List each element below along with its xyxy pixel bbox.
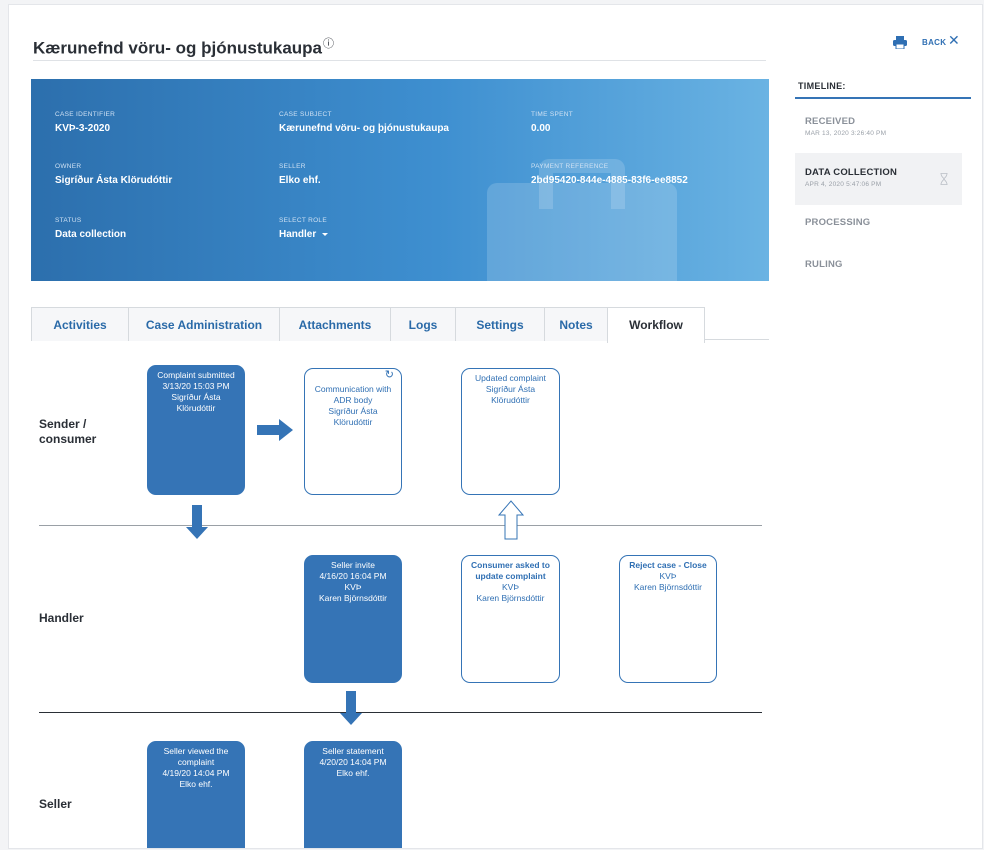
timeline-item-name: RECEIVED: [805, 116, 856, 127]
timeline-item-name: PROCESSING: [805, 217, 871, 228]
lane-label-handler: Handler: [39, 611, 84, 625]
tab-bar: Activities Case Administration Attachmen…: [31, 307, 767, 343]
timeline-item-name: RULING: [805, 259, 843, 270]
step-person: Karen Björnsdóttir: [476, 593, 545, 603]
time-spent-label: TIME SPENT: [531, 111, 574, 118]
step-person: Karen Björnsdóttir: [633, 582, 703, 592]
back-button[interactable]: BACK: [922, 38, 946, 47]
timeline-item-ruling[interactable]: RULING: [795, 259, 962, 279]
timeline-item-date: MAR 13, 2020 3:26:40 PM: [805, 130, 887, 137]
step-title: Consumer asked to update complaint: [471, 560, 550, 581]
step-title: Complaint submitted: [157, 370, 235, 380]
info-icon[interactable]: ⓘ: [323, 38, 334, 50]
step-date: 4/20/20 14:04 PM: [319, 757, 387, 767]
tab-case-administration[interactable]: Case Administration: [128, 307, 280, 341]
lane-label-seller: Seller: [39, 797, 72, 811]
step-person: Sigríður Ásta: [171, 392, 221, 402]
case-page: Kærunefnd vöru- og þjónustukaupaⓘ BACK ✕…: [8, 4, 983, 849]
timeline-item-date: APR 4, 2020 5:47:06 PM: [805, 181, 882, 188]
step-org: Elko ehf.: [179, 779, 213, 789]
workflow-step-communication-adr[interactable]: ↻ Communication with ADR body Sigríður Á…: [304, 368, 402, 495]
step-title: Seller invite: [331, 560, 375, 570]
owner-label: OWNER: [55, 163, 82, 170]
case-subject-value: Kærunefnd vöru- og þjónustukaupa: [279, 123, 449, 134]
case-subject-label: CASE SUBJECT: [279, 111, 332, 118]
timeline-item-received[interactable]: RECEIVED MAR 13, 2020 3:26:40 PM: [795, 111, 962, 151]
workflow-step-seller-viewed[interactable]: Seller viewed the complaint 4/19/20 14:0…: [147, 741, 245, 848]
step-title: Reject case - Close: [629, 560, 707, 570]
time-spent-value: 0.00: [531, 123, 551, 134]
step-date: 4/19/20 14:04 PM: [162, 768, 230, 778]
tab-attachments[interactable]: Attachments: [279, 307, 391, 341]
close-icon[interactable]: ✕: [948, 32, 960, 49]
tab-workflow[interactable]: Workflow: [607, 307, 705, 343]
timeline-divider: [795, 97, 971, 99]
caret-down-icon: [322, 232, 329, 236]
step-title: complaint: [177, 757, 215, 767]
arrow-right-icon: [257, 419, 293, 441]
payment-reference-value: 2bd95420-844e-4885-83f6-ee8852: [531, 175, 688, 186]
step-org: KVÞ: [659, 571, 677, 581]
tab-settings[interactable]: Settings: [455, 307, 545, 341]
step-org: KVÞ: [501, 582, 519, 592]
step-org: KVÞ: [344, 582, 362, 592]
workflow-step-updated-complaint[interactable]: Updated complaint Sigríður Ásta Klörudót…: [461, 368, 560, 495]
briefcase-icon-body: [487, 183, 677, 281]
step-person: Klörudóttir: [333, 417, 373, 427]
timeline-item-name: DATA COLLECTION: [805, 167, 898, 178]
step-title: Updated complaint: [475, 373, 546, 383]
hourglass-icon: [940, 173, 948, 185]
owner-value: Sigríður Ásta Klörudóttir: [55, 175, 173, 186]
seller-value: Elko ehf.: [279, 175, 321, 186]
lane-divider: [39, 525, 762, 526]
payment-reference-label: PAYMENT REFERENCE: [531, 163, 609, 170]
arrow-up-icon: [497, 500, 525, 540]
select-role-label: SELECT ROLE: [279, 217, 327, 224]
workflow-step-reject-case[interactable]: Reject case - Close KVÞ Karen Björnsdótt…: [619, 555, 717, 683]
workflow-step-complaint-submitted[interactable]: Complaint submitted 3/13/20 15:03 PM Sig…: [147, 365, 245, 495]
select-role-dropdown[interactable]: Handler: [279, 229, 329, 240]
timeline-item-processing[interactable]: PROCESSING: [795, 217, 962, 237]
arrow-down-icon: [340, 691, 362, 725]
step-person: Klörudóttir: [491, 395, 530, 405]
seller-label: SELLER: [279, 163, 306, 170]
status-label: STATUS: [55, 217, 82, 224]
step-person: Sigríður Ásta: [485, 384, 536, 394]
lane-label-sender: Sender / consumer: [39, 417, 97, 446]
timeline-item-data-collection[interactable]: DATA COLLECTION APR 4, 2020 5:47:06 PM: [795, 153, 962, 205]
step-date: 4/16/20 16:04 PM: [319, 571, 387, 581]
workflow-step-seller-statement[interactable]: Seller statement 4/20/20 14:04 PM Elko e…: [304, 741, 402, 848]
case-identifier-label: CASE IDENTIFIER: [55, 111, 116, 118]
case-summary-banner: CASE IDENTIFIER KVÞ-3-2020 CASE SUBJECT …: [31, 79, 769, 281]
title-divider: [33, 60, 766, 61]
workflow-step-seller-invite[interactable]: Seller invite 4/16/20 16:04 PM KVÞ Karen…: [304, 555, 402, 683]
step-title: Communication with: [314, 384, 392, 394]
select-role-value: Handler: [279, 229, 317, 240]
page-title: Kærunefnd vöru- og þjónustukaupaⓘ: [33, 38, 334, 58]
tab-logs[interactable]: Logs: [390, 307, 456, 341]
print-icon[interactable]: [893, 35, 907, 49]
case-identifier-value: KVÞ-3-2020: [55, 123, 111, 134]
workflow-step-consumer-asked-update[interactable]: Consumer asked to update complaint KVÞ K…: [461, 555, 560, 683]
step-person: Karen Björnsdóttir: [318, 593, 388, 603]
step-title: ADR body: [333, 395, 373, 405]
lane-divider: [39, 712, 762, 713]
refresh-icon[interactable]: ↻: [385, 370, 394, 381]
step-title: Seller statement: [322, 746, 384, 756]
step-date: 3/13/20 15:03 PM: [162, 381, 230, 391]
arrow-down-icon: [186, 505, 208, 539]
timeline-heading: TIMELINE:: [798, 81, 846, 91]
step-org: Elko ehf.: [336, 768, 370, 778]
status-value: Data collection: [55, 229, 127, 240]
tab-activities[interactable]: Activities: [31, 307, 129, 341]
step-person: Sigríður Ásta: [328, 406, 378, 416]
step-title: Seller viewed the: [163, 746, 229, 756]
tab-notes[interactable]: Notes: [544, 307, 608, 341]
step-person: Klörudóttir: [176, 403, 216, 413]
